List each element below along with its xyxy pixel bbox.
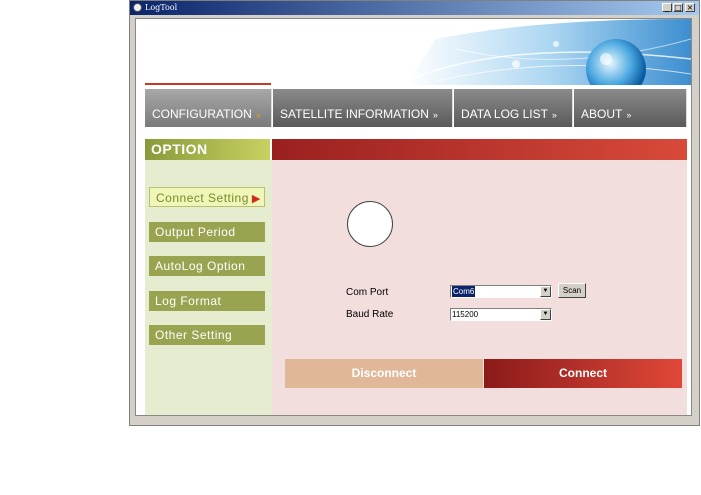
baud-rate-select[interactable]: 115200 ▼: [450, 308, 552, 321]
tab-satellite-information[interactable]: SATELLITE INFORMATION»: [273, 89, 453, 127]
connection-status-indicator: [347, 201, 393, 247]
option-header: OPTION: [145, 139, 270, 160]
chevron-right-icon: »: [626, 110, 632, 120]
client-area: CONFIGURATION» SATELLITE INFORMATION» DA…: [135, 18, 692, 416]
header-banner: [136, 19, 691, 85]
main-tabs: CONFIGURATION» SATELLITE INFORMATION» DA…: [136, 89, 691, 129]
sidebar-item-connect-setting[interactable]: Connect Setting ▶: [149, 187, 265, 207]
sidebar-item-label: Log Format: [155, 294, 222, 308]
chevron-right-icon: »: [432, 110, 438, 120]
com-port-select[interactable]: Com6 ▼: [450, 285, 552, 298]
disconnect-button[interactable]: Disconnect: [285, 359, 483, 388]
baud-rate-label: Baud Rate: [346, 309, 394, 320]
tab-about[interactable]: ABOUT»: [574, 89, 687, 127]
banner-graphic: [406, 19, 691, 85]
sidebar-item-label: AutoLog Option: [155, 259, 246, 273]
sidebar-item-label: Output Period: [155, 225, 236, 239]
tab-data-log-list-label: DATA LOG LIST: [461, 107, 548, 121]
com-port-value: Com6: [452, 286, 476, 297]
chevron-right-icon: »: [551, 110, 557, 120]
tab-about-label: ABOUT: [581, 107, 623, 121]
connect-button[interactable]: Connect: [484, 359, 682, 388]
tab-data-log-list[interactable]: DATA LOG LIST»: [454, 89, 573, 127]
banner-accent-line: [145, 83, 271, 85]
tab-configuration-label: CONFIGURATION: [152, 107, 252, 121]
sidebar-item-output-period[interactable]: Output Period: [149, 222, 265, 242]
maximize-button[interactable]: □: [673, 3, 683, 12]
play-icon: ▶: [251, 193, 261, 205]
com-port-label: Com Port: [346, 287, 389, 298]
option-sidebar: Connect Setting ▶ Output Period AutoLog O…: [145, 160, 272, 415]
tab-satellite-information-label: SATELLITE INFORMATION: [280, 107, 429, 121]
connect-setting-panel: Com Port Com6 ▼ Scan Baud Rate 115200 ▼ …: [272, 160, 687, 415]
chevron-right-icon: »: [255, 110, 261, 120]
chevron-down-icon[interactable]: ▼: [540, 286, 551, 297]
sidebar-item-label: Connect Setting: [156, 191, 249, 205]
content-header-bar: [272, 139, 687, 160]
app-icon: [133, 3, 142, 12]
app-window: LogTool _ □ × CONFIGURATION » SATELLITE …: [129, 0, 700, 426]
sidebar-item-label: Other Setting: [155, 328, 233, 342]
window-title: LogTool: [145, 3, 178, 12]
close-button[interactable]: ×: [685, 3, 695, 12]
sidebar-item-autolog-option[interactable]: AutoLog Option: [149, 256, 265, 276]
chevron-down-icon[interactable]: ▼: [540, 309, 551, 320]
tab-configuration[interactable]: CONFIGURATION»: [145, 89, 272, 127]
sidebar-item-other-setting[interactable]: Other Setting: [149, 325, 265, 345]
minimize-button[interactable]: _: [662, 3, 672, 12]
baud-rate-value: 115200: [452, 310, 479, 319]
scan-button[interactable]: Scan: [558, 283, 586, 298]
sidebar-item-log-format[interactable]: Log Format: [149, 291, 265, 311]
title-bar[interactable]: LogTool _ □ ×: [130, 1, 699, 15]
